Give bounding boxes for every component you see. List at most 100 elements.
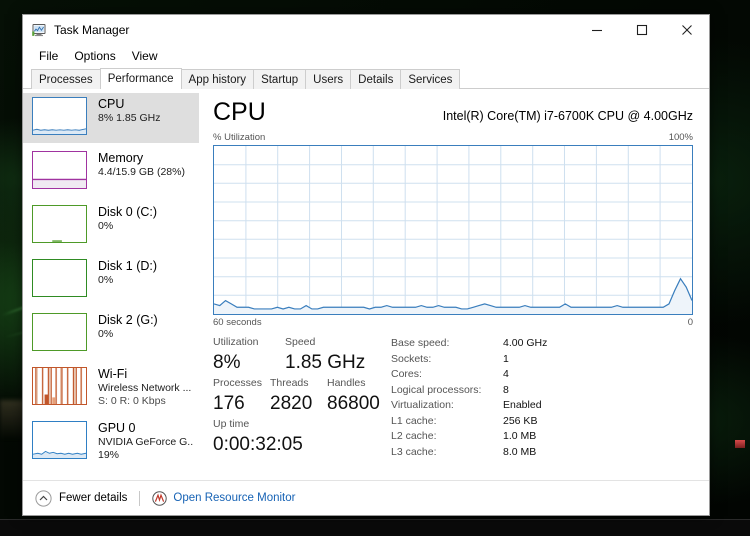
stat-utilization-value: 8% bbox=[213, 352, 241, 373]
stat-cores-value: 4 bbox=[503, 368, 509, 380]
stat-l2-cache-value: 1.0 MB bbox=[503, 430, 537, 442]
fewer-details-label: Fewer details bbox=[59, 492, 128, 504]
tab-users[interactable]: Users bbox=[305, 69, 352, 89]
minimize-button[interactable] bbox=[574, 16, 619, 45]
sidebar-item-wifi[interactable]: Wi-Fi Wireless Network ... S: 0 R: 0 Kbp… bbox=[23, 363, 199, 413]
maximize-button[interactable] bbox=[619, 16, 664, 45]
stat-uptime-value: 0:00:32:05 bbox=[213, 434, 303, 455]
tab-details[interactable]: Details bbox=[350, 69, 402, 89]
disk2-thumbnail-graph bbox=[32, 313, 87, 351]
fewer-details-button[interactable]: Fewer details bbox=[35, 489, 128, 507]
chart-y-axis-label: % Utilization bbox=[213, 132, 266, 143]
stat-base-speed: Base speed: 4.00 GHz bbox=[391, 336, 693, 352]
resource-monitor-icon bbox=[152, 490, 168, 506]
stat-row-uptime: Up time 0:00:32:05 bbox=[213, 417, 385, 458]
sidebar-item-disk2[interactable]: Disk 2 (G:) 0% bbox=[23, 309, 199, 359]
stat-uptime: Up time 0:00:32:05 bbox=[213, 417, 303, 458]
close-button[interactable] bbox=[664, 16, 709, 45]
gpu0-thumbnail-graph bbox=[32, 421, 87, 459]
windows-taskbar[interactable] bbox=[0, 519, 750, 536]
sidebar-disk2-sub: 0% bbox=[98, 328, 114, 340]
disk0-thumbnail-graph bbox=[32, 205, 87, 243]
cpu-model-name: Intel(R) Core(TM) i7-6700K CPU @ 4.00GHz bbox=[442, 109, 693, 123]
sidebar-disk2-title: Disk 2 (G:) bbox=[98, 313, 158, 327]
stat-utilization: Utilization 8% bbox=[213, 335, 285, 376]
window-footer: Fewer details Open Resource Monitor bbox=[23, 480, 709, 515]
sidebar-gpu0-title: GPU 0 bbox=[98, 421, 136, 435]
stat-virtualization: Virtualization: Enabled bbox=[391, 398, 693, 414]
stat-speed: Speed 1.85 GHz bbox=[285, 335, 365, 376]
open-resource-monitor-label: Open Resource Monitor bbox=[173, 492, 296, 504]
stat-l2-cache: L2 cache: 1.0 MB bbox=[391, 429, 693, 445]
stat-processes-label: Processes bbox=[213, 377, 263, 389]
stat-row-utilization-speed: Utilization 8% Speed 1.85 GHz bbox=[213, 335, 385, 376]
cpu-stats-right: Base speed: 4.00 GHz Sockets: 1 Cores: 4… bbox=[385, 335, 693, 460]
stat-threads: Threads 2820 bbox=[270, 376, 327, 417]
stat-sockets-label: Sockets: bbox=[391, 352, 432, 365]
stat-logical-processors-label: Logical processors: bbox=[391, 383, 482, 396]
sidebar-gpu0-usage: 19% bbox=[98, 449, 120, 461]
stat-logical-processors: Logical processors: 8 bbox=[391, 383, 693, 399]
tab-performance[interactable]: Performance bbox=[99, 68, 182, 89]
sidebar-disk0-text: Disk 0 (C:) 0% bbox=[98, 205, 157, 233]
sidebar-cpu-title: CPU bbox=[98, 97, 125, 111]
stat-handles-label: Handles bbox=[327, 377, 366, 389]
menu-view[interactable]: View bbox=[124, 47, 166, 65]
stat-l1-cache-value: 256 KB bbox=[503, 414, 538, 427]
sidebar-disk2-text: Disk 2 (G:) 0% bbox=[98, 313, 158, 341]
menu-options[interactable]: Options bbox=[66, 47, 123, 65]
sidebar-cpu-sub: 8% 1.85 GHz bbox=[98, 112, 161, 124]
sidebar-item-gpu0[interactable]: GPU 0 NVIDIA GeForce G... 19% bbox=[23, 417, 199, 467]
sidebar-disk1-text: Disk 1 (D:) 0% bbox=[98, 259, 157, 287]
chart-top-labels: % Utilization 100% bbox=[213, 132, 693, 143]
sidebar-gpu0-text: GPU 0 NVIDIA GeForce G... 19% bbox=[98, 421, 193, 462]
cpu-thumbnail-graph bbox=[32, 97, 87, 135]
sidebar-item-memory[interactable]: Memory 4.4/15.9 GB (28%) bbox=[23, 147, 199, 197]
cpu-stats: Utilization 8% Speed 1.85 GHz Processes … bbox=[213, 335, 693, 460]
sidebar-item-disk1[interactable]: Disk 1 (D:) 0% bbox=[23, 255, 199, 305]
footer-separator bbox=[139, 490, 141, 506]
tab-services[interactable]: Services bbox=[400, 69, 461, 89]
cpu-stats-left: Utilization 8% Speed 1.85 GHz Processes … bbox=[213, 335, 385, 460]
stat-l3-cache: L3 cache: 8.0 MB bbox=[391, 445, 693, 461]
stat-sockets: Sockets: 1 bbox=[391, 352, 693, 368]
stat-uptime-label: Up time bbox=[213, 418, 250, 430]
sidebar-item-disk0[interactable]: Disk 0 (C:) 0% bbox=[23, 201, 199, 251]
sidebar-wifi-adapter: Wireless Network ... bbox=[98, 382, 192, 394]
window-title: Task Manager bbox=[54, 23, 130, 37]
stat-logical-processors-value: 8 bbox=[503, 383, 509, 396]
performance-body: CPU 8% 1.85 GHz Memory 4.4/15.9 GB (28%) bbox=[23, 89, 709, 480]
stat-sockets-value: 1 bbox=[503, 352, 509, 365]
title-bar[interactable]: Task Manager bbox=[23, 15, 709, 45]
sidebar-wifi-text: Wi-Fi Wireless Network ... S: 0 R: 0 Kbp… bbox=[98, 367, 191, 408]
tab-processes[interactable]: Processes bbox=[31, 69, 101, 89]
wifi-thumbnail-graph bbox=[32, 367, 87, 405]
sidebar-memory-sub: 4.4/15.9 GB (28%) bbox=[98, 166, 185, 178]
chart-bottom-labels: 60 seconds 0 bbox=[213, 317, 693, 328]
menu-file[interactable]: File bbox=[31, 47, 66, 65]
stat-l1-cache: L1 cache: 256 KB bbox=[391, 414, 693, 430]
memory-thumbnail-graph bbox=[32, 151, 87, 189]
menu-bar: File Options View bbox=[23, 45, 709, 67]
stat-speed-value: 1.85 GHz bbox=[285, 352, 366, 373]
open-resource-monitor-link[interactable]: Open Resource Monitor bbox=[152, 490, 296, 506]
sidebar-memory-text: Memory 4.4/15.9 GB (28%) bbox=[98, 151, 185, 179]
stat-handles-value: 86800 bbox=[327, 393, 380, 414]
tab-startup[interactable]: Startup bbox=[253, 69, 307, 89]
chevron-up-circle-icon bbox=[35, 489, 52, 507]
cpu-detail-panel: CPU Intel(R) Core(TM) i7-6700K CPU @ 4.0… bbox=[199, 89, 709, 480]
disk1-thumbnail-graph bbox=[32, 259, 87, 297]
task-manager-window: Task Manager File Options View Processes… bbox=[22, 14, 710, 516]
stat-l2-cache-label: L2 cache: bbox=[391, 430, 437, 442]
stat-threads-value: 2820 bbox=[270, 393, 313, 414]
tab-app-history[interactable]: App history bbox=[180, 69, 255, 89]
stat-handles: Handles 86800 bbox=[327, 376, 380, 417]
sidebar-disk0-title: Disk 0 (C:) bbox=[98, 205, 158, 219]
task-manager-icon bbox=[31, 22, 47, 38]
sidebar-item-cpu[interactable]: CPU 8% 1.85 GHz bbox=[23, 93, 199, 143]
stat-base-speed-value: 4.00 GHz bbox=[503, 337, 548, 349]
tab-strip: Processes Performance App history Startu… bbox=[23, 67, 709, 89]
stat-l3-cache-value: 8.0 MB bbox=[503, 445, 537, 458]
stat-processes: Processes 176 bbox=[213, 376, 270, 417]
wallpaper-red-accent bbox=[735, 440, 745, 448]
